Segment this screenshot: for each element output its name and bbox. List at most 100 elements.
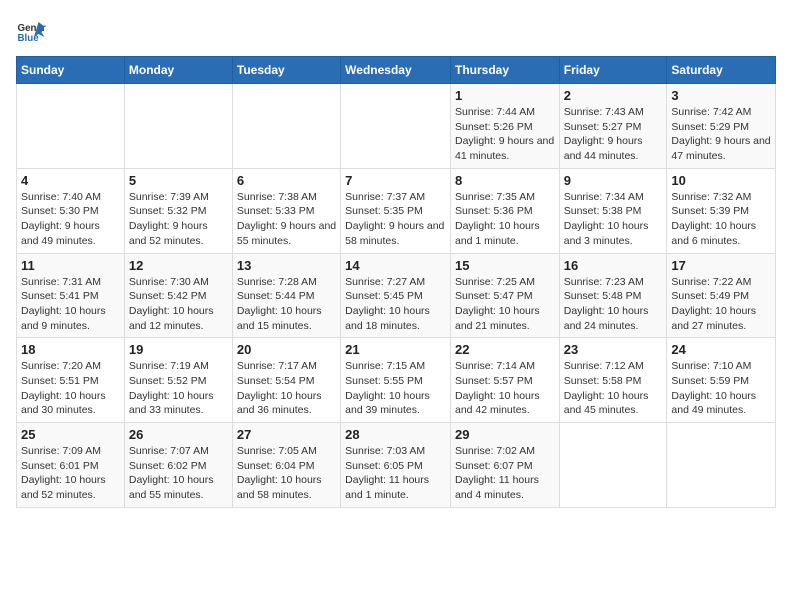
day-info: Sunrise: 7:25 AMSunset: 5:47 PMDaylight:…	[455, 275, 555, 334]
calendar-cell: 13 Sunrise: 7:28 AMSunset: 5:44 PMDayligh…	[232, 253, 340, 338]
day-number: 6	[237, 173, 336, 188]
calendar-cell: 26 Sunrise: 7:07 AMSunset: 6:02 PMDayligh…	[124, 423, 232, 508]
day-number: 19	[129, 342, 228, 357]
calendar-cell	[232, 84, 340, 169]
calendar-cell: 17 Sunrise: 7:22 AMSunset: 5:49 PMDayligh…	[667, 253, 776, 338]
calendar-cell: 28 Sunrise: 7:03 AMSunset: 6:05 PMDayligh…	[341, 423, 451, 508]
page-header: General Blue	[16, 16, 776, 46]
day-info: Sunrise: 7:42 AMSunset: 5:29 PMDaylight:…	[671, 105, 771, 164]
day-number: 12	[129, 258, 228, 273]
day-info: Sunrise: 7:10 AMSunset: 5:59 PMDaylight:…	[671, 359, 771, 418]
day-number: 27	[237, 427, 336, 442]
day-number: 17	[671, 258, 771, 273]
calendar-cell: 2 Sunrise: 7:43 AMSunset: 5:27 PMDaylight…	[559, 84, 667, 169]
calendar-cell: 12 Sunrise: 7:30 AMSunset: 5:42 PMDayligh…	[124, 253, 232, 338]
calendar-week-1: 4 Sunrise: 7:40 AMSunset: 5:30 PMDaylight…	[17, 168, 776, 253]
calendar-cell: 9 Sunrise: 7:34 AMSunset: 5:38 PMDaylight…	[559, 168, 667, 253]
calendar-cell: 3Sunrise: 7:42 AMSunset: 5:29 PMDaylight…	[667, 84, 776, 169]
calendar-cell: 25 Sunrise: 7:09 AMSunset: 6:01 PMDayligh…	[17, 423, 125, 508]
day-info: Sunrise: 7:32 AMSunset: 5:39 PMDaylight:…	[671, 190, 771, 249]
day-info: Sunrise: 7:07 AMSunset: 6:02 PMDaylight:…	[129, 444, 228, 503]
calendar-cell: 23Sunrise: 7:12 AMSunset: 5:58 PMDayligh…	[559, 338, 667, 423]
day-info: Sunrise: 7:37 AMSunset: 5:35 PMDaylight:…	[345, 190, 446, 249]
calendar-cell: 14 Sunrise: 7:27 AMSunset: 5:45 PMDayligh…	[341, 253, 451, 338]
day-info: Sunrise: 7:39 AMSunset: 5:32 PMDaylight:…	[129, 190, 228, 249]
calendar-week-4: 25 Sunrise: 7:09 AMSunset: 6:01 PMDayligh…	[17, 423, 776, 508]
calendar-cell: 19 Sunrise: 7:19 AMSunset: 5:52 PMDayligh…	[124, 338, 232, 423]
day-number: 20	[237, 342, 336, 357]
header-monday: Monday	[124, 57, 232, 84]
calendar-cell: 29 Sunrise: 7:02 AMSunset: 6:07 PMDayligh…	[450, 423, 559, 508]
day-info: Sunrise: 7:15 AMSunset: 5:55 PMDaylight:…	[345, 359, 446, 418]
header-saturday: Saturday	[667, 57, 776, 84]
day-number: 5	[129, 173, 228, 188]
day-info: Sunrise: 7:17 AMSunset: 5:54 PMDaylight:…	[237, 359, 336, 418]
day-number: 28	[345, 427, 446, 442]
calendar-cell	[559, 423, 667, 508]
day-info: Sunrise: 7:05 AMSunset: 6:04 PMDaylight:…	[237, 444, 336, 503]
calendar-week-3: 18Sunrise: 7:20 AMSunset: 5:51 PMDayligh…	[17, 338, 776, 423]
day-number: 4	[21, 173, 120, 188]
day-info: Sunrise: 7:14 AMSunset: 5:57 PMDaylight:…	[455, 359, 555, 418]
calendar-cell: 20 Sunrise: 7:17 AMSunset: 5:54 PMDayligh…	[232, 338, 340, 423]
day-info: Sunrise: 7:38 AMSunset: 5:33 PMDaylight:…	[237, 190, 336, 249]
day-number: 16	[564, 258, 663, 273]
day-number: 23	[564, 342, 663, 357]
day-number: 8	[455, 173, 555, 188]
calendar-cell: 21 Sunrise: 7:15 AMSunset: 5:55 PMDayligh…	[341, 338, 451, 423]
logo: General Blue	[16, 16, 50, 46]
day-info: Sunrise: 7:02 AMSunset: 6:07 PMDaylight:…	[455, 444, 555, 503]
calendar-cell: 6 Sunrise: 7:38 AMSunset: 5:33 PMDaylight…	[232, 168, 340, 253]
calendar-cell: 7Sunrise: 7:37 AMSunset: 5:35 PMDaylight…	[341, 168, 451, 253]
day-info: Sunrise: 7:03 AMSunset: 6:05 PMDaylight:…	[345, 444, 446, 503]
logo-icon: General Blue	[16, 16, 46, 46]
day-number: 1	[455, 88, 555, 103]
day-info: Sunrise: 7:27 AMSunset: 5:45 PMDaylight:…	[345, 275, 446, 334]
calendar-cell	[341, 84, 451, 169]
day-number: 2	[564, 88, 663, 103]
day-number: 29	[455, 427, 555, 442]
day-info: Sunrise: 7:28 AMSunset: 5:44 PMDaylight:…	[237, 275, 336, 334]
calendar-week-0: 1 Sunrise: 7:44 AMSunset: 5:26 PMDaylight…	[17, 84, 776, 169]
calendar-cell: 15Sunrise: 7:25 AMSunset: 5:47 PMDayligh…	[450, 253, 559, 338]
day-number: 11	[21, 258, 120, 273]
day-number: 25	[21, 427, 120, 442]
day-number: 21	[345, 342, 446, 357]
header-sunday: Sunday	[17, 57, 125, 84]
header-wednesday: Wednesday	[341, 57, 451, 84]
header-thursday: Thursday	[450, 57, 559, 84]
calendar-cell: 1 Sunrise: 7:44 AMSunset: 5:26 PMDaylight…	[450, 84, 559, 169]
day-info: Sunrise: 7:22 AMSunset: 5:49 PMDaylight:…	[671, 275, 771, 334]
day-info: Sunrise: 7:19 AMSunset: 5:52 PMDaylight:…	[129, 359, 228, 418]
day-info: Sunrise: 7:09 AMSunset: 6:01 PMDaylight:…	[21, 444, 120, 503]
calendar-cell: 24Sunrise: 7:10 AMSunset: 5:59 PMDayligh…	[667, 338, 776, 423]
calendar-cell: 4 Sunrise: 7:40 AMSunset: 5:30 PMDaylight…	[17, 168, 125, 253]
day-number: 18	[21, 342, 120, 357]
day-info: Sunrise: 7:35 AMSunset: 5:36 PMDaylight:…	[455, 190, 555, 249]
day-info: Sunrise: 7:23 AMSunset: 5:48 PMDaylight:…	[564, 275, 663, 334]
calendar-cell: 16 Sunrise: 7:23 AMSunset: 5:48 PMDayligh…	[559, 253, 667, 338]
calendar-table: SundayMondayTuesdayWednesdayThursdayFrid…	[16, 56, 776, 508]
header-friday: Friday	[559, 57, 667, 84]
header-tuesday: Tuesday	[232, 57, 340, 84]
day-number: 14	[345, 258, 446, 273]
calendar-cell: 11 Sunrise: 7:31 AMSunset: 5:41 PMDayligh…	[17, 253, 125, 338]
day-info: Sunrise: 7:31 AMSunset: 5:41 PMDaylight:…	[21, 275, 120, 334]
day-number: 26	[129, 427, 228, 442]
day-info: Sunrise: 7:30 AMSunset: 5:42 PMDaylight:…	[129, 275, 228, 334]
day-info: Sunrise: 7:34 AMSunset: 5:38 PMDaylight:…	[564, 190, 663, 249]
day-number: 9	[564, 173, 663, 188]
calendar-cell: 8 Sunrise: 7:35 AMSunset: 5:36 PMDaylight…	[450, 168, 559, 253]
calendar-cell: 22 Sunrise: 7:14 AMSunset: 5:57 PMDayligh…	[450, 338, 559, 423]
day-info: Sunrise: 7:43 AMSunset: 5:27 PMDaylight:…	[564, 105, 663, 164]
day-info: Sunrise: 7:40 AMSunset: 5:30 PMDaylight:…	[21, 190, 120, 249]
calendar-cell	[667, 423, 776, 508]
day-info: Sunrise: 7:44 AMSunset: 5:26 PMDaylight:…	[455, 105, 555, 164]
calendar-cell: 27 Sunrise: 7:05 AMSunset: 6:04 PMDayligh…	[232, 423, 340, 508]
day-number: 10	[671, 173, 771, 188]
day-number: 22	[455, 342, 555, 357]
calendar-week-2: 11 Sunrise: 7:31 AMSunset: 5:41 PMDayligh…	[17, 253, 776, 338]
calendar-header-row: SundayMondayTuesdayWednesdayThursdayFrid…	[17, 57, 776, 84]
day-number: 13	[237, 258, 336, 273]
calendar-cell	[124, 84, 232, 169]
